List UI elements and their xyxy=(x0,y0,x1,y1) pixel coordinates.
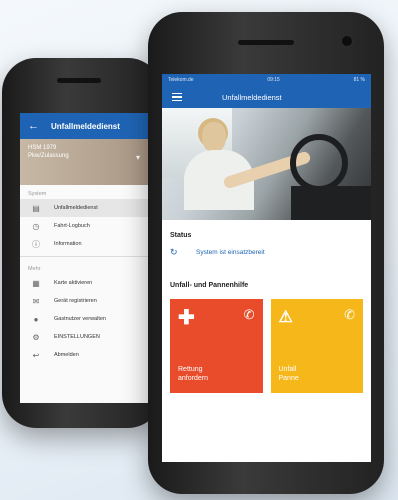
warning-icon: ⚠ xyxy=(278,309,293,326)
gear-icon: ⚙ xyxy=(32,332,40,342)
speaker-grille xyxy=(238,40,294,45)
chevron-down-icon[interactable]: ▾ xyxy=(136,153,140,162)
drawer-item-abmelden[interactable]: ↩ Abmelden xyxy=(20,346,150,364)
drawer-item-label: Gastnutzer verwalten xyxy=(54,316,106,322)
sync-icon: ↻ xyxy=(170,247,178,257)
account-switcher[interactable]: HSM 1979 Pkw/Zulassung ▾ xyxy=(20,139,150,185)
account-subtitle: Pkw/Zulassung xyxy=(28,153,69,159)
back-app-bar: ← Unfallmeldedienst xyxy=(20,113,150,139)
drawer-item-label: Gerät registrieren xyxy=(54,298,97,304)
rescue-request-button[interactable]: ✚ ✆ Rettung anfordern xyxy=(170,299,263,393)
drawer-item-label: Unfallmeldedienst xyxy=(54,205,98,211)
drawer-section-more: Mehr xyxy=(28,266,41,272)
drawer-item-fahrt-logbuch[interactable]: ◷ Fahrt-Logbuch xyxy=(20,217,150,235)
accident-breakdown-button[interactable]: ⚠ ✆ Unfall Panne xyxy=(270,299,363,393)
drawer-item-label: EINSTELLUNGEN xyxy=(54,334,100,340)
phone-call-icon: ✆ xyxy=(243,307,255,322)
plus-icon: ✚ xyxy=(178,307,195,329)
drawer-item-label: Fahrt-Logbuch xyxy=(54,223,90,229)
battery-text: 81 % xyxy=(353,77,365,83)
car-icon: ▤ xyxy=(32,203,40,213)
drawer-item-karte-aktivieren[interactable]: ▦ Karte aktivieren xyxy=(20,274,150,292)
logout-icon: ↩ xyxy=(32,350,40,360)
speaker-grille xyxy=(57,78,101,83)
drawer-divider xyxy=(20,256,150,257)
drawer-item-label: Karte aktivieren xyxy=(54,280,93,286)
account-name: HSM 1979 xyxy=(28,145,57,151)
back-phone-device: ← Unfallmeldedienst HSM 1979 Pkw/Zulassu… xyxy=(2,58,162,428)
drawer-item-gastnutzer-verwalten[interactable]: ● Gastnutzer verwalten xyxy=(20,310,150,328)
clock-text: 09:15 xyxy=(267,77,280,83)
app-title: Unfallmeldedienst xyxy=(222,92,282,102)
card-icon: ▦ xyxy=(32,278,40,288)
help-tiles: ✚ ✆ Rettung anfordern ⚠ ✆ Unfall Panne xyxy=(170,299,363,393)
drawer-item-label: Abmelden xyxy=(54,352,79,358)
rescue-label-line2: anfordern xyxy=(178,375,208,382)
status-row[interactable]: ↻ System ist einsatzbereit xyxy=(170,247,363,258)
breakdown-label-line1: Unfall xyxy=(278,366,297,373)
status-bar: Telekom.de 09:15 81 % xyxy=(162,74,371,86)
drawer-item-unfallmeldedienst[interactable]: ▤ Unfallmeldedienst xyxy=(20,199,150,217)
status-text: System ist einsatzbereit xyxy=(196,249,265,256)
help-section-title: Unfall- und Pannenhilfe xyxy=(170,282,249,289)
front-phone-screen: Telekom.de 09:15 81 % Unfallmeldedienst … xyxy=(162,74,371,462)
rescue-label-line1: Rettung xyxy=(178,366,203,373)
drawer-item-label: Information xyxy=(54,241,82,247)
phone-call-icon: ✆ xyxy=(344,307,355,322)
woman-driving-car-photo xyxy=(162,108,371,220)
clock-icon: ◷ xyxy=(32,221,40,231)
carrier-text: Telekom.de xyxy=(168,77,194,83)
users-icon: ● xyxy=(33,314,39,324)
breakdown-label-line2: Panne xyxy=(278,375,299,382)
app-bar: Unfallmeldedienst xyxy=(162,86,371,108)
device-icon: ✉ xyxy=(32,296,40,306)
back-app-title: Unfallmeldedienst xyxy=(51,121,120,131)
info-icon: ⓘ xyxy=(32,239,40,249)
drawer-item-einstellungen[interactable]: ⚙ EINSTELLUNGEN xyxy=(20,328,150,346)
drawer-section-system: System xyxy=(28,191,47,197)
hamburger-icon[interactable] xyxy=(172,91,182,104)
drawer-item-geraet-registrieren[interactable]: ✉ Gerät registrieren xyxy=(20,292,150,310)
arrow-left-icon[interactable]: ← xyxy=(28,120,39,132)
status-section-title: Status xyxy=(170,232,192,239)
drawer-item-information[interactable]: ⓘ Information xyxy=(20,235,150,253)
back-phone-screen: ← Unfallmeldedienst HSM 1979 Pkw/Zulassu… xyxy=(20,113,150,403)
front-phone-device: Telekom.de 09:15 81 % Unfallmeldedienst … xyxy=(148,12,384,494)
front-camera xyxy=(340,34,354,48)
